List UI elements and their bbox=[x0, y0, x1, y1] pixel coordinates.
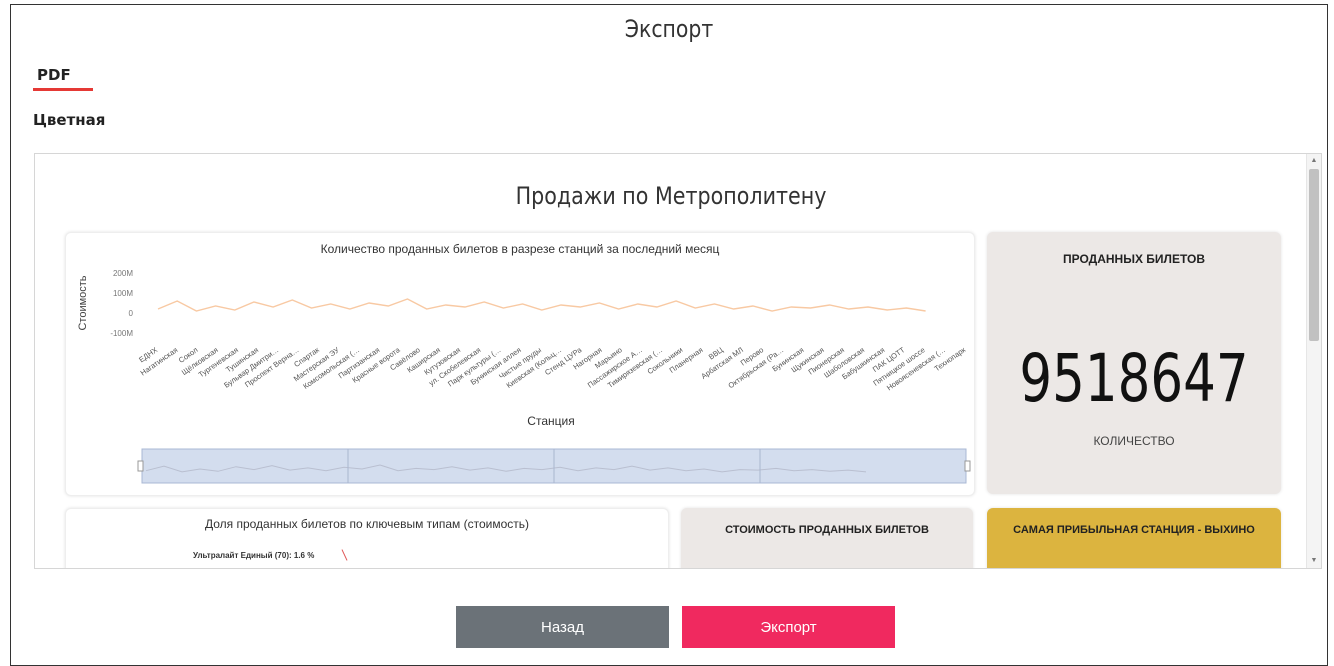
tab-pdf-underline bbox=[33, 88, 93, 91]
dialog-title: Экспорт bbox=[624, 15, 714, 43]
cost-card-label: СТОИМОСТЬ ПРОДАННЫХ БИЛЕТОВ bbox=[725, 524, 929, 536]
pie-title: Доля проданных билетов по ключевым типам… bbox=[204, 517, 530, 531]
color-mode-label: Цветная bbox=[33, 111, 106, 129]
export-button[interactable]: Экспорт bbox=[682, 606, 895, 648]
pie-label-leader bbox=[341, 549, 348, 561]
scroll-down-arrow-icon[interactable]: ▼ bbox=[1307, 554, 1321, 568]
report-title: Продажи по Метрополитену bbox=[515, 182, 827, 210]
report-preview[interactable]: Продажи по Метрополитену Количество прод… bbox=[34, 153, 1322, 569]
tab-pdf[interactable]: PDF bbox=[37, 66, 71, 84]
y-tick-label: 100M bbox=[113, 289, 133, 298]
series-line bbox=[157, 298, 926, 312]
y-tick-label: -100M bbox=[110, 329, 133, 338]
ticket-types-pie-card: Доля проданных билетов по ключевым типам… bbox=[65, 508, 669, 568]
scroll-up-arrow-icon[interactable]: ▲ bbox=[1307, 154, 1321, 168]
export-dialog: Экспорт PDF Цветная Продажи по Метрополи… bbox=[10, 4, 1328, 666]
y-tick-label: 0 bbox=[129, 309, 134, 318]
stations-chart-card: Количество проданных билетов в разрезе с… bbox=[65, 232, 975, 496]
tickets-cost-card: СТОИМОСТЬ ПРОДАННЫХ БИЛЕТОВ bbox=[681, 508, 973, 568]
tickets-sold-card: ПРОДАННЫХ БИЛЕТОВ 9518647 КОЛИЧЕСТВО bbox=[987, 232, 1281, 494]
kpi-sublabel: КОЛИЧЕСТВО bbox=[1093, 434, 1175, 448]
kpi-value: 9518647 bbox=[1019, 340, 1249, 417]
stations-line-chart: 200M100M0-100MСтоимостьЕДНХНагатинскаяСо… bbox=[77, 269, 971, 484]
zoom-handle-right bbox=[964, 460, 971, 472]
top-station-label: САМАЯ ПРИБЫЛЬНАЯ СТАНЦИЯ - ВЫХИНО bbox=[1013, 524, 1255, 536]
kpi-label: ПРОДАННЫХ БИЛЕТОВ bbox=[1063, 252, 1205, 266]
back-button[interactable]: Назад bbox=[456, 606, 669, 648]
top-station-card: САМАЯ ПРИБЫЛЬНАЯ СТАНЦИЯ - ВЫХИНО bbox=[987, 508, 1281, 568]
y-tick-label: 200M bbox=[113, 269, 133, 278]
pie-slice-label: Ультралайт Единый (70): 1.6 % bbox=[193, 551, 315, 560]
y-axis-label: Стоимость bbox=[77, 275, 89, 330]
scroll-thumb[interactable] bbox=[1309, 169, 1319, 341]
zoom-handle-left bbox=[137, 460, 144, 472]
preview-scrollbar[interactable]: ▲ ▼ bbox=[1306, 154, 1321, 568]
x-axis-label: Станция bbox=[527, 414, 574, 428]
